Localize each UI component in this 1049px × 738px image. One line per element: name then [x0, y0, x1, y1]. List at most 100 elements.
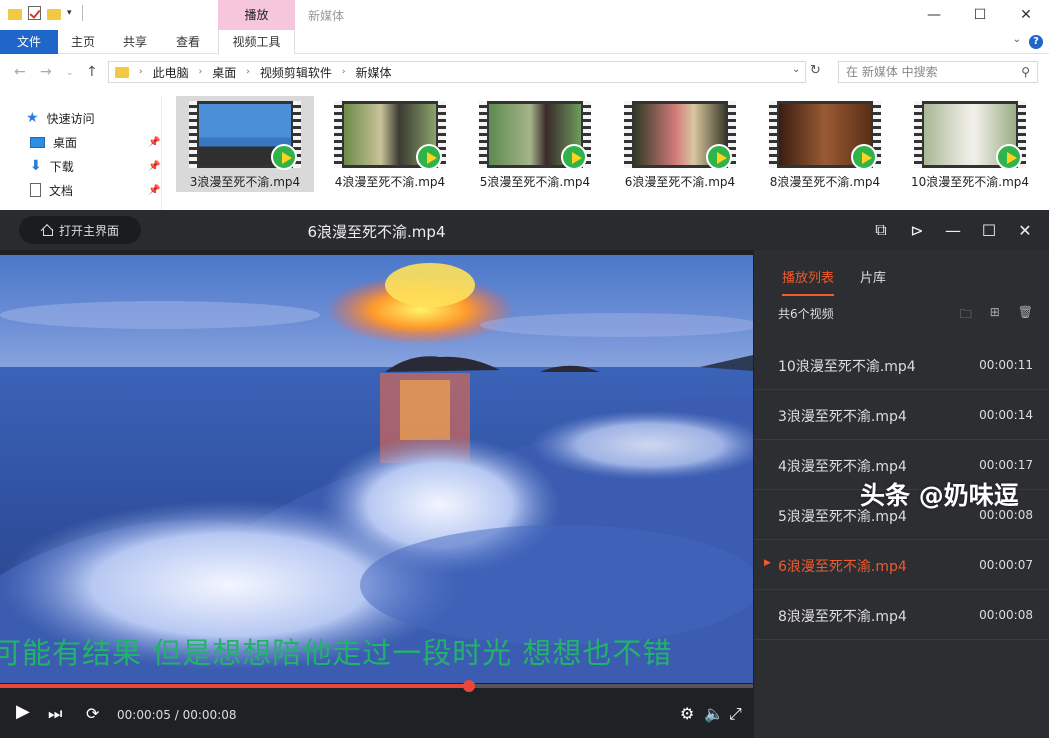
video-frame[interactable]: 可能有结果 但是想想陪他走过一段时光 想想也不错 — [0, 255, 753, 683]
playlist-item-name: 6浪漫至死不渝.mp4 — [778, 559, 907, 575]
quick-access-toolbar: ▾ — [8, 5, 83, 21]
desktop-icon — [30, 136, 45, 148]
close-icon[interactable]: ✕ — [1011, 216, 1039, 244]
minimize-icon[interactable]: — — [939, 216, 967, 244]
maximize-icon[interactable]: ☐ — [957, 0, 1003, 30]
playlist-item-duration: 00:00:17 — [979, 458, 1033, 472]
open-folder-icon[interactable]: 🗀 — [960, 305, 972, 326]
folder-icon[interactable] — [8, 8, 22, 20]
up-icon[interactable]: ↑ — [86, 64, 98, 80]
tab-share[interactable]: 共享 — [123, 30, 147, 54]
search-icon[interactable]: ⚲ — [1021, 62, 1030, 82]
nav-item-downloads[interactable]: ⬇ 下载 📌 — [30, 156, 160, 176]
nav-item-label: 快速访问 — [46, 111, 95, 126]
file-item[interactable]: 10浪漫至死不渝.mp4 — [901, 96, 1039, 192]
breadcrumb-desktop[interactable]: 桌面 — [212, 64, 236, 81]
pin-icon: 📌 — [148, 136, 161, 148]
settings-icon[interactable]: ⚙ — [680, 704, 694, 723]
file-item[interactable]: 4浪漫至死不渝.mp4 — [321, 96, 459, 192]
download-icon: ⬇ — [30, 158, 42, 174]
tab-playlist[interactable]: 播放列表 — [782, 267, 835, 296]
chevron-down-icon[interactable]: ⌄ — [1013, 34, 1021, 45]
file-name: 6浪漫至死不渝.mp4 — [624, 175, 736, 189]
refresh-icon[interactable]: ↻ — [810, 63, 821, 78]
minimize-icon[interactable]: — — [911, 0, 957, 30]
explorer-titlebar: ▾ 播放 新媒体 — ☐ ✕ — [0, 0, 1049, 30]
watermark: 头条 @奶味逗 — [860, 481, 1019, 510]
next-icon[interactable]: ⏭ — [48, 704, 62, 724]
volume-icon[interactable]: 🔈 — [704, 704, 724, 723]
playlist-actions: 🗀 ⊞ 🗑 — [960, 305, 1033, 326]
play-icon — [851, 144, 877, 170]
file-item[interactable]: 6浪漫至死不渝.mp4 — [611, 96, 749, 192]
search-placeholder: 在 新媒体 中搜索 — [846, 65, 938, 79]
customize-qat-icon[interactable]: ▾ — [67, 8, 72, 18]
tab-file[interactable]: 文件 — [0, 30, 58, 54]
back-icon[interactable]: ← — [14, 64, 26, 80]
progress-bar[interactable] — [0, 680, 753, 692]
playback-controls: ▶ ⏭ ⟳ 00:00:05 / 00:00:08 ⚙ 🔈 ⤢ — [0, 690, 753, 738]
breadcrumb-separator: › — [246, 67, 250, 77]
file-name: 5浪漫至死不渝.mp4 — [479, 175, 591, 189]
file-item[interactable]: 8浪漫至死不渝.mp4 — [756, 96, 894, 192]
tab-view[interactable]: 查看 — [176, 30, 200, 54]
recent-locations-icon[interactable]: ⌄ — [66, 68, 74, 78]
search-input[interactable]: 在 新媒体 中搜索 ⚲ — [838, 61, 1038, 83]
tab-library[interactable]: 片库 — [860, 267, 886, 296]
chevron-down-icon[interactable]: ⌄ — [792, 64, 800, 75]
address-box[interactable]: › 此电脑 › 桌面 › 视频剪辑软件 › 新媒体 — [108, 61, 806, 83]
breadcrumb-video-editing[interactable]: 视频剪辑软件 — [260, 64, 332, 81]
playlist-item[interactable]: 10浪漫至死不渝.mp4 00:00:11 — [754, 340, 1049, 390]
video-scene — [0, 255, 753, 683]
playlist-item[interactable]: ▶ 6浪漫至死不渝.mp4 00:00:07 — [754, 540, 1049, 590]
current-time: 00:00:05 — [117, 708, 171, 722]
address-bar-row: ← → ⌄ ↑ › 此电脑 › 桌面 › 视频剪辑软件 › 新媒体 ⌄ ↻ 在 … — [0, 60, 1049, 86]
file-name: 3浪漫至死不渝.mp4 — [189, 175, 301, 189]
nav-item-quick-access[interactable]: ★ 快速访问 — [26, 108, 95, 128]
maximize-icon[interactable]: ☐ — [975, 216, 1003, 244]
file-item[interactable]: 5浪漫至死不渝.mp4 — [466, 96, 604, 192]
playlist-item-name: 3浪漫至死不渝.mp4 — [778, 409, 907, 425]
play-icon — [996, 144, 1022, 170]
playlist-item[interactable]: 8浪漫至死不渝.mp4 00:00:08 — [754, 590, 1049, 640]
window-controls: — ☐ ✕ — [911, 0, 1049, 30]
total-duration: 00:00:08 — [182, 708, 237, 722]
properties-icon[interactable] — [28, 6, 41, 20]
player-titlebar: 打开主界面 6浪漫至死不渝.mp4 ⧉ ⊳ — ☐ ✕ — [0, 210, 1049, 250]
navigation-pane: ★ 快速访问 桌面 📌 ⬇ 下载 📌 文档 📌 — [0, 96, 162, 210]
breadcrumb-this-pc[interactable]: 此电脑 — [153, 64, 189, 81]
nav-item-documents[interactable]: 文档 📌 — [30, 180, 160, 200]
trash-icon[interactable]: 🗑 — [1018, 305, 1033, 326]
pin-on-top-icon[interactable]: ⊳ — [903, 216, 931, 244]
close-icon[interactable]: ✕ — [1003, 0, 1049, 30]
now-playing-icon: ▶ — [764, 558, 771, 568]
play-icon[interactable]: ▶ — [16, 701, 30, 722]
video-count: 共6个视频 — [778, 307, 834, 321]
file-item[interactable]: 3浪漫至死不渝.mp4 — [176, 96, 314, 192]
file-explorer-window: ▾ 播放 新媒体 — ☐ ✕ 文件 主页 共享 查看 视频工具 ⌄ ? ← → … — [0, 0, 1049, 210]
player-window-controls: ⧉ ⊳ — ☐ ✕ — [867, 216, 1039, 244]
nav-item-label: 桌面 — [53, 135, 78, 150]
breadcrumb-separator: › — [198, 67, 203, 77]
help-icon[interactable]: ? — [1029, 35, 1043, 49]
pin-icon: 📌 — [148, 184, 161, 196]
playlist-item-duration: 00:00:08 — [979, 608, 1033, 622]
fullscreen-icon[interactable]: ⤢ — [729, 704, 742, 724]
screencast-icon[interactable]: ⧉ — [867, 216, 895, 244]
add-file-icon[interactable]: ⊞ — [990, 305, 1000, 326]
breadcrumb-new-media[interactable]: 新媒体 — [355, 64, 391, 81]
nav-item-desktop[interactable]: 桌面 📌 — [30, 132, 160, 152]
playlist-item[interactable]: 3浪漫至死不渝.mp4 00:00:14 — [754, 390, 1049, 440]
new-folder-icon[interactable] — [47, 8, 61, 20]
file-name: 4浪漫至死不渝.mp4 — [334, 175, 446, 189]
tab-video-tools[interactable]: 视频工具 — [218, 30, 295, 54]
sidebar-tabs: 播放列表 片库 — [782, 267, 886, 296]
breadcrumb-separator: › — [139, 67, 143, 77]
subtitle-text: 可能有结果 但是想想陪他走过一段时光 想想也不错 — [0, 636, 673, 670]
progress-fill — [0, 684, 470, 688]
loop-mode-icon[interactable]: ⟳ — [86, 704, 99, 723]
qat-divider — [81, 5, 83, 21]
contextual-tab-play[interactable]: 播放 — [218, 0, 295, 30]
forward-icon[interactable]: → — [40, 64, 52, 80]
tab-home[interactable]: 主页 — [71, 30, 95, 54]
